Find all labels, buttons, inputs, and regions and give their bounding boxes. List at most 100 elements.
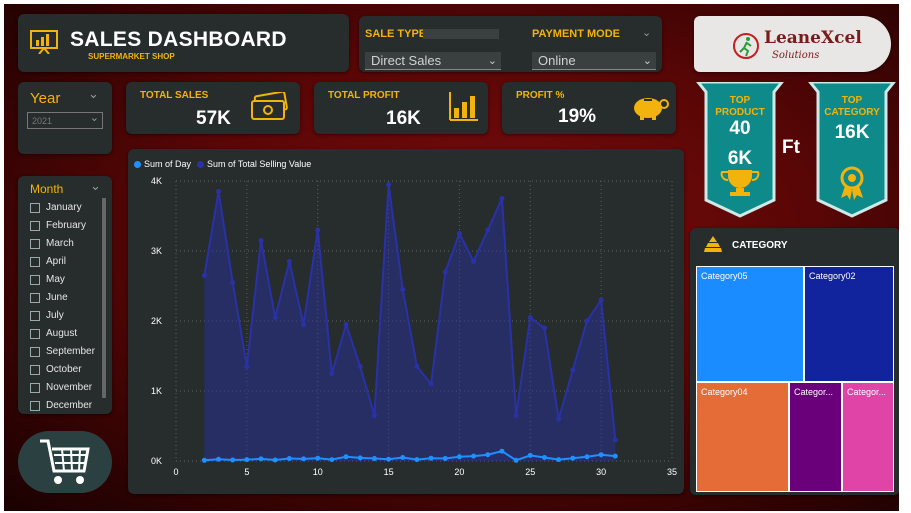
data-point <box>357 364 363 369</box>
checkbox[interactable] <box>30 310 40 321</box>
month-item-may[interactable]: May <box>30 274 65 285</box>
treemap-cell[interactable]: Categor... <box>843 383 893 491</box>
pyramid-icon <box>704 236 722 252</box>
month-item-june[interactable]: June <box>30 292 68 303</box>
month-item-february[interactable]: February <box>30 220 86 231</box>
data-point <box>400 287 406 292</box>
x-tick-label: 25 <box>525 467 535 477</box>
top-category-line2: CATEGORY <box>824 107 880 118</box>
x-tick-label: 20 <box>454 467 464 477</box>
month-item-march[interactable]: March <box>30 238 74 249</box>
chevron-down-icon: ⌄ <box>89 112 99 124</box>
top-category-value: 16K <box>834 122 870 143</box>
top-product-id: 40 <box>729 118 751 139</box>
data-point <box>570 367 576 373</box>
chevron-down-icon: ⌄ <box>487 55 497 67</box>
data-point <box>541 325 547 331</box>
x-tick-label: 0 <box>173 467 178 477</box>
data-point <box>244 364 250 369</box>
checkbox[interactable] <box>30 292 40 303</box>
data-point <box>612 437 618 443</box>
checkbox[interactable] <box>30 274 40 285</box>
month-item-december[interactable]: December <box>30 400 92 411</box>
checkbox[interactable] <box>30 238 40 249</box>
logo-name: LeaneXcel <box>764 28 862 48</box>
data-point <box>315 455 321 461</box>
month-item-january[interactable]: January <box>30 202 82 213</box>
data-point <box>570 455 576 461</box>
treemap-cell[interactable]: Category02 <box>805 267 893 381</box>
data-point <box>499 196 505 201</box>
data-point <box>301 322 307 327</box>
checkbox[interactable] <box>30 364 40 375</box>
year-dropdown[interactable]: 2021 ⌄ <box>27 112 103 129</box>
checkbox[interactable] <box>30 202 40 213</box>
sale-type-header-bar <box>423 29 499 39</box>
chevron-down-icon[interactable]: ⌄ <box>90 178 101 194</box>
checkbox[interactable] <box>30 256 40 267</box>
treemap-cell[interactable]: Category04 <box>697 383 788 491</box>
kpi-value: 57K <box>196 108 231 129</box>
dashboard-canvas: SALES DASHBOARD SUPERMARKET SHOP SALE TY… <box>4 4 899 511</box>
month-scrollbar[interactable] <box>102 198 106 398</box>
kpi-value: 19% <box>558 106 597 127</box>
page-subtitle: SUPERMARKET SHOP <box>88 52 175 61</box>
treemap-cell[interactable]: Category05 <box>697 267 803 381</box>
cart-button[interactable] <box>18 431 112 493</box>
unit-label: Ft <box>782 137 800 158</box>
checkbox[interactable] <box>30 346 40 357</box>
sale-type-value: Direct Sales <box>371 53 442 68</box>
data-point <box>584 454 590 460</box>
kpi-profit-percent: PROFIT % 19% <box>502 82 676 134</box>
data-point <box>386 182 392 187</box>
month-slicer: Month ⌄ January February March April May… <box>18 176 112 414</box>
logo-sub: Solutions <box>772 50 820 61</box>
sale-type-label: SALE TYPE <box>365 28 427 40</box>
data-point <box>541 455 547 460</box>
x-tick-label: 15 <box>384 467 394 477</box>
chevron-down-icon[interactable]: ⌄ <box>88 86 99 102</box>
data-point <box>329 457 335 463</box>
payment-mode-value: Online <box>538 53 576 68</box>
data-point <box>201 457 207 463</box>
treemap-cell[interactable]: Categor... <box>790 383 841 491</box>
data-point <box>598 297 604 303</box>
data-point <box>428 381 434 387</box>
data-point <box>442 456 448 462</box>
month-item-august[interactable]: August <box>30 328 77 339</box>
chevron-down-icon[interactable]: ⌄ <box>642 26 651 39</box>
kpi-label: TOTAL SALES <box>140 90 209 101</box>
runner-logo-icon <box>733 33 759 59</box>
data-point <box>499 448 505 454</box>
month-item-april[interactable]: April <box>30 256 66 267</box>
month-item-september[interactable]: September <box>30 346 95 357</box>
sale-type-dropdown[interactable]: Direct Sales ⌄ <box>365 52 501 70</box>
kpi-label: PROFIT % <box>516 90 565 101</box>
payment-mode-dropdown[interactable]: Online ⌄ <box>532 52 656 70</box>
data-point <box>527 452 533 458</box>
month-item-july[interactable]: July <box>30 310 64 321</box>
checkbox[interactable] <box>30 328 40 339</box>
chart-plot: 0K 1K 2K 3K 4K 0 5 10 15 20 25 30 35 <box>151 176 677 477</box>
data-point <box>272 315 278 320</box>
data-point <box>201 273 207 278</box>
data-point <box>357 455 363 461</box>
data-point <box>527 315 533 320</box>
data-point <box>230 280 236 285</box>
chart-presentation-icon <box>30 30 58 54</box>
checkbox[interactable] <box>30 400 40 411</box>
month-item-november[interactable]: November <box>30 382 92 393</box>
x-tick-label: 30 <box>596 467 606 477</box>
month-item-october[interactable]: October <box>30 364 82 375</box>
month-label: Month <box>30 182 64 196</box>
data-point <box>485 452 491 458</box>
data-point <box>371 456 377 462</box>
chevron-down-icon: ⌄ <box>642 55 652 67</box>
data-point <box>471 453 477 459</box>
year-slicer: Year ⌄ 2021 ⌄ <box>18 82 112 154</box>
data-point <box>258 456 264 462</box>
checkbox[interactable] <box>30 220 40 231</box>
checkbox[interactable] <box>30 382 40 393</box>
data-point <box>216 189 222 194</box>
data-point <box>513 413 519 418</box>
